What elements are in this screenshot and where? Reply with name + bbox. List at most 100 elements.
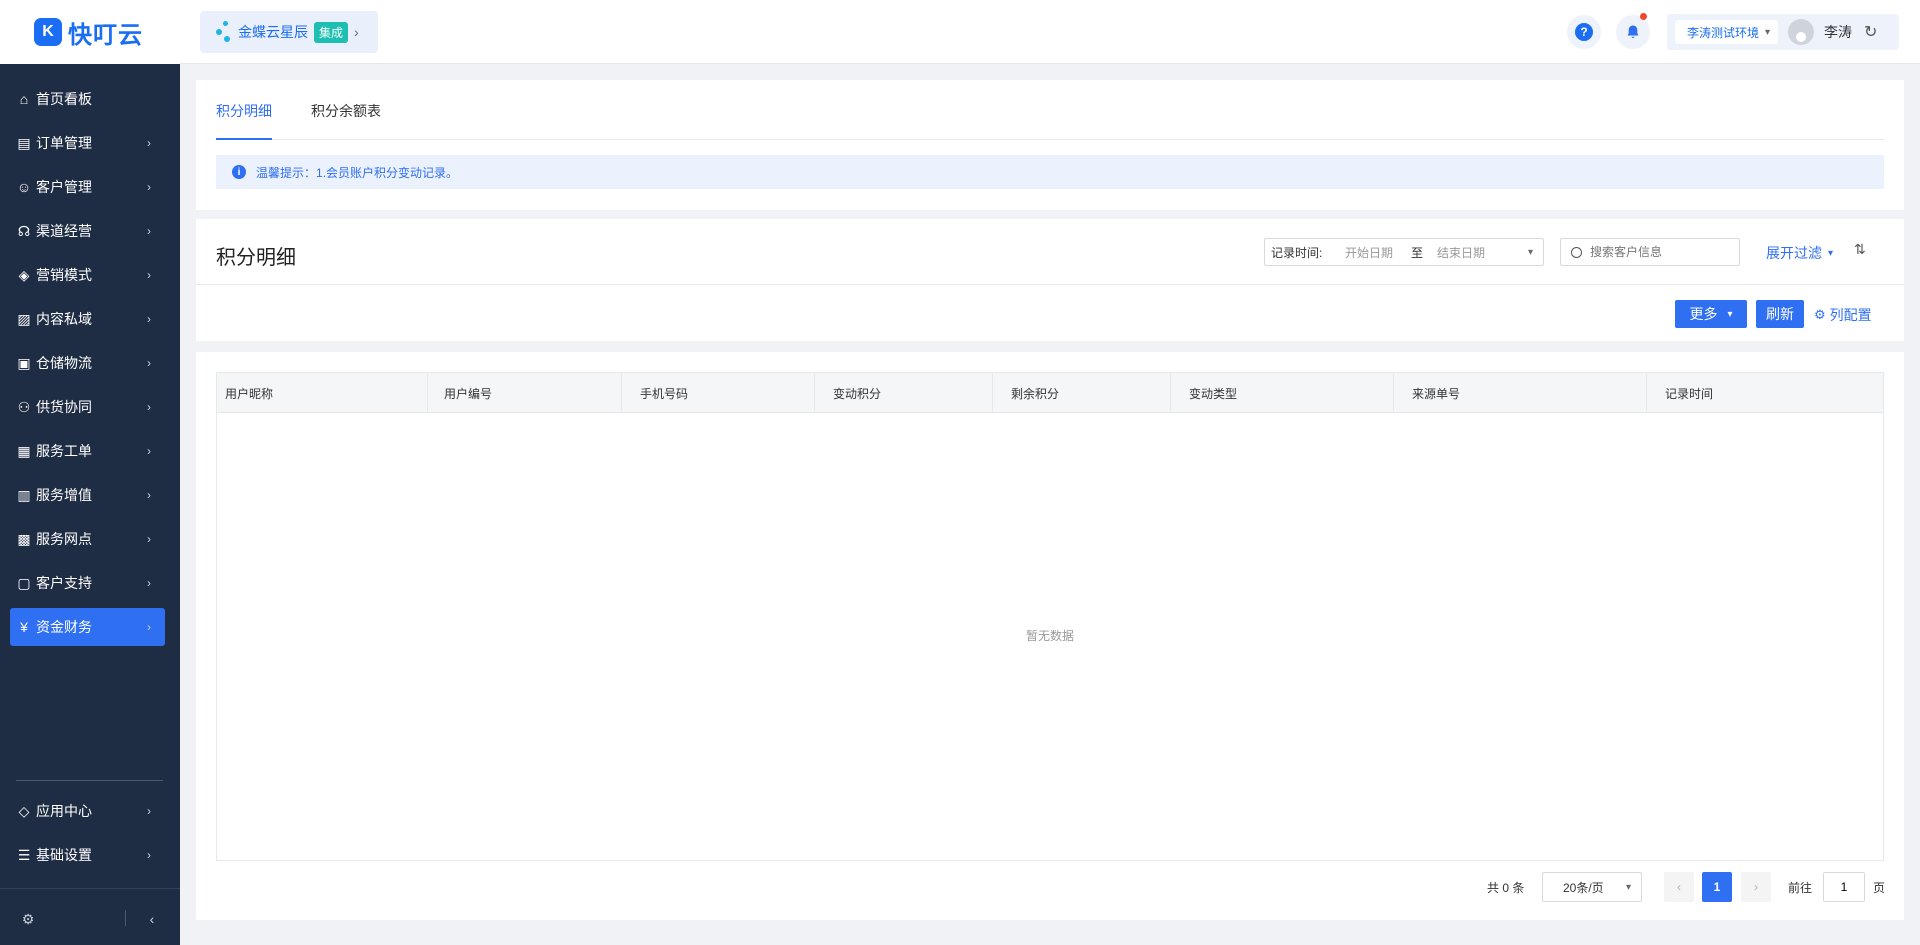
search-icon: [1571, 246, 1582, 258]
warehouse-icon: ▣: [17, 354, 31, 371]
chevron-right-icon: ›: [147, 576, 151, 590]
store-icon: ▩: [17, 530, 31, 547]
more-label: 更多: [1689, 306, 1718, 322]
user-box: 李涛测试环境 ▾ 李涛 ↻: [1667, 14, 1899, 50]
column-header: 手机号码: [622, 373, 815, 413]
date-range-picker[interactable]: 记录时间: 开始日期 至 结束日期 ▾: [1264, 238, 1544, 266]
info-icon: i: [232, 165, 246, 179]
chevron-down-icon: ▾: [1828, 247, 1834, 259]
user-name[interactable]: 李涛: [1824, 22, 1852, 42]
tab-points-balance[interactable]: 积分余额表: [311, 101, 381, 121]
chevron-right-icon: ›: [147, 804, 151, 818]
chevron-right-icon: ›: [147, 136, 151, 150]
column-header: 变动类型: [1171, 373, 1394, 413]
sidebar-bottom-divider: [0, 888, 180, 889]
empty-state: 暂无数据: [1025, 629, 1074, 643]
sidebar-item-label: 应用中心: [36, 803, 92, 819]
supply-icon: ⚇: [17, 398, 31, 415]
chevron-right-icon: ›: [147, 620, 151, 634]
sidebar-item[interactable]: ▥ 服务增值 ›: [10, 476, 165, 514]
date-range-separator: 至: [1411, 245, 1424, 260]
sort-icon[interactable]: ⇅: [1854, 241, 1866, 258]
sidebar-collapse-button[interactable]: ‹: [142, 909, 162, 929]
next-page-button[interactable]: ›: [1741, 872, 1771, 902]
gear-icon: ⚙: [21, 910, 35, 927]
column-config-button[interactable]: ⚙ 列配置: [1814, 305, 1872, 325]
chevron-down-icon: ▾: [1625, 881, 1631, 893]
integration-switcher[interactable]: 金蝶云星辰 集成 ›: [200, 11, 378, 53]
goto-suffix: 页: [1873, 881, 1886, 895]
sidebar-item[interactable]: ▨ 内容私域 ›: [10, 300, 165, 338]
column-header: 变动积分: [815, 373, 993, 413]
end-date-input[interactable]: 结束日期: [1437, 244, 1485, 261]
sidebar-bottom-item[interactable]: ☰ 基础设置 ›: [10, 836, 165, 874]
integration-name: 金蝶云星辰: [238, 24, 308, 40]
sidebar-item[interactable]: ¥ 资金财务 ›: [10, 608, 165, 646]
notification-button[interactable]: [1616, 13, 1650, 49]
sidebar-item-label: 服务增值: [36, 487, 92, 503]
sidebar-item[interactable]: ▦ 服务工单 ›: [10, 432, 165, 470]
prev-page-button[interactable]: ‹: [1664, 872, 1694, 902]
sidebar-item-label: 服务工单: [36, 443, 92, 459]
table-header: 用户昵称 用户编号 手机号码 变动积分 剩余积分 变动类型 来源单号 记录时间: [217, 373, 1883, 413]
sidebar-item[interactable]: ⚇ 供货协同 ›: [10, 388, 165, 426]
sidebar-item[interactable]: ◈ 营销模式 ›: [10, 256, 165, 294]
refresh-icon[interactable]: ↻: [1864, 22, 1877, 42]
page-size-select[interactable]: 20条/页 ▾: [1542, 872, 1642, 902]
sidebar-item[interactable]: ⌂ 首页看板: [10, 80, 165, 118]
page-number-current[interactable]: 1: [1702, 872, 1732, 902]
chevron-right-icon: ›: [147, 488, 151, 502]
tab-points-detail[interactable]: 积分明细: [216, 101, 272, 121]
more-button[interactable]: 更多 ▾: [1675, 300, 1747, 328]
sidebar-item-label: 服务网点: [36, 531, 92, 547]
start-date-input[interactable]: 开始日期: [1345, 244, 1393, 261]
sidebar-item[interactable]: ☊ 渠道经营 ›: [10, 212, 165, 250]
avatar[interactable]: [1788, 19, 1815, 45]
sidebar-item-label: 营销模式: [36, 267, 92, 283]
home-icon: ⌂: [19, 91, 29, 107]
goto-page-input[interactable]: [1823, 872, 1865, 902]
sidebar-bottom-item[interactable]: ◇ 应用中心 ›: [10, 792, 165, 830]
top-header: K 快叮云 金蝶云星辰 集成 › ? 李涛测试环境 ▾ 李涛 ↻: [0, 0, 1920, 64]
chevron-down-icon: ▾: [1527, 246, 1533, 258]
channel-icon: ☊: [17, 222, 31, 239]
help-button[interactable]: ?: [1567, 15, 1601, 49]
date-range-label: 记录时间:: [1271, 245, 1323, 260]
column-header: 用户昵称: [217, 373, 428, 413]
chevron-right-icon: ›: [1754, 880, 1758, 894]
chevron-right-icon: ›: [147, 180, 151, 194]
refresh-button[interactable]: 刷新: [1756, 300, 1804, 328]
chevron-right-icon: ›: [147, 224, 151, 238]
image-icon: ▨: [17, 310, 31, 327]
chevron-right-icon: ›: [147, 848, 151, 862]
chevron-right-icon: ›: [147, 400, 151, 414]
sidebar-settings-button[interactable]: ⚙: [18, 909, 38, 929]
tag-icon: ◈: [18, 266, 30, 283]
environment-select[interactable]: 李涛测试环境 ▾: [1675, 20, 1779, 44]
sidebar-item[interactable]: ▣ 仓储物流 ›: [10, 344, 165, 382]
column-header: 记录时间: [1665, 386, 1714, 401]
sidebar-divider: [16, 780, 163, 781]
chevron-left-icon: ‹: [149, 911, 155, 927]
logo-text: 快叮云: [68, 21, 143, 49]
expand-filter-button[interactable]: 展开过滤 ▾: [1766, 243, 1833, 263]
sidebar-item[interactable]: ▤ 订单管理 ›: [10, 124, 165, 162]
column-config-label: 列配置: [1829, 307, 1872, 323]
cube-icon: ◇: [18, 802, 30, 819]
tabs-card: 积分明细 积分余额表 i 温馨提示： 1.会员账户积分变动记录。: [196, 80, 1904, 210]
chevron-left-icon: ‹: [1677, 880, 1681, 894]
sidebar-item-label: 渠道经营: [36, 223, 92, 239]
points-table: 用户昵称 用户编号 手机号码 变动积分 剩余积分 变动类型 来源单号 记录时间 …: [216, 372, 1884, 861]
page-title: 积分明细: [216, 247, 296, 269]
customer-search-input[interactable]: [1590, 245, 1730, 259]
customer-search[interactable]: [1560, 238, 1740, 266]
sidebar-item[interactable]: ▩ 服务网点 ›: [10, 520, 165, 558]
filter-card: 积分明细 记录时间: 开始日期 至 结束日期 ▾ 展开过滤 ▾ ⇅ 更多 ▾ 刷…: [196, 219, 1904, 341]
notice-bar: i 温馨提示： 1.会员账户积分变动记录。: [216, 155, 1884, 189]
sidebar-item[interactable]: ☺ 客户管理 ›: [10, 168, 165, 206]
column-header: 来源单号: [1394, 373, 1647, 413]
sidebar-item[interactable]: ▢ 客户支持 ›: [10, 564, 165, 602]
chevron-right-icon: ›: [147, 356, 151, 370]
sidebar-item-label: 客户管理: [36, 179, 92, 195]
logo[interactable]: K 快叮云: [0, 0, 180, 64]
